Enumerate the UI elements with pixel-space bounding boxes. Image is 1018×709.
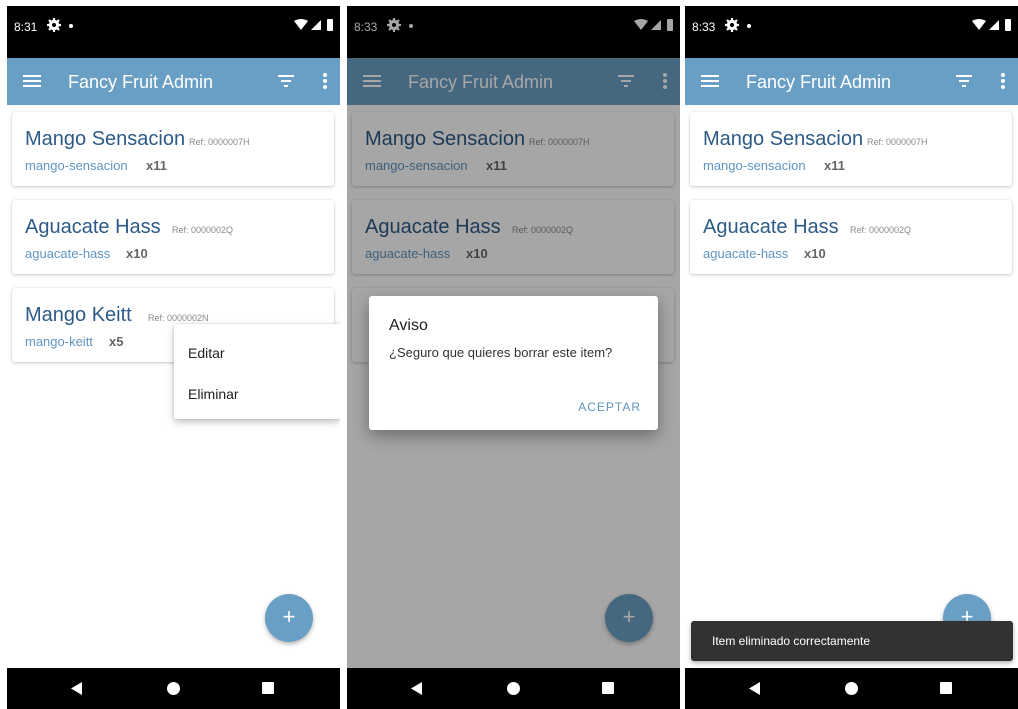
recents-icon[interactable] — [262, 682, 274, 694]
menu-icon[interactable] — [23, 73, 41, 89]
more-vert-icon[interactable] — [1000, 72, 1006, 90]
home-icon[interactable] — [845, 682, 858, 695]
signal-battery-icons — [972, 19, 1011, 31]
fruit-quantity: x10 — [804, 246, 826, 261]
nav-bar — [7, 668, 340, 709]
dialog-title: Aviso — [389, 317, 428, 334]
more-vert-icon[interactable] — [322, 72, 328, 90]
status-bar: 8:31 — [7, 6, 340, 58]
menu-item-delete[interactable]: Eliminar — [188, 386, 239, 402]
filter-icon[interactable] — [956, 74, 972, 88]
app-bar: Fancy Fruit Admin — [685, 58, 1018, 105]
confirm-dialog: Aviso ¿Seguro que quieres borrar este it… — [369, 296, 658, 430]
status-time: 8:31 — [14, 20, 38, 34]
fruit-ref: Ref: 0000007H — [189, 137, 250, 147]
fruit-slug: mango-keitt — [25, 334, 93, 349]
snackbar-message: Item eliminado correctamente — [712, 634, 871, 648]
context-menu: Editar Eliminar — [174, 324, 340, 419]
fruit-slug: mango-sensacion — [25, 158, 128, 173]
dialog-message: ¿Seguro que quieres borrar este item? — [389, 345, 613, 360]
notification-dot-icon — [747, 24, 751, 28]
settings-icon — [725, 18, 739, 32]
back-icon[interactable] — [749, 682, 761, 695]
fruit-ref: Ref: 0000002Q — [172, 225, 234, 235]
fruit-quantity: x11 — [146, 158, 167, 173]
fruit-card[interactable]: Aguacate Hass Ref: 0000002Q aguacate-has… — [690, 200, 1012, 274]
menu-item-edit[interactable]: Editar — [188, 345, 225, 361]
back-icon[interactable] — [71, 682, 83, 695]
notification-dot-icon — [69, 24, 73, 28]
menu-icon[interactable] — [701, 73, 719, 89]
fruit-ref: Ref: 0000002N — [148, 313, 209, 323]
fruit-name: Aguacate Hass — [25, 216, 161, 238]
phone-screen-2: 8:33 Fancy Fruit Admin Mango Sensacion R… — [347, 6, 680, 709]
add-button[interactable]: + — [265, 594, 313, 642]
fruit-ref: Ref: 0000007H — [867, 137, 928, 147]
nav-bar — [347, 668, 680, 709]
recents-icon[interactable] — [602, 682, 614, 694]
filter-icon[interactable] — [278, 74, 294, 88]
fruit-card[interactable]: Mango Sensacion Ref: 0000007H mango-sens… — [12, 112, 334, 186]
phone-screen-3: 8:33 Fancy Fruit Admin Mango Sensacion R… — [685, 6, 1018, 709]
fruit-slug: mango-sensacion — [703, 158, 806, 173]
status-time: 8:33 — [692, 20, 716, 34]
signal-battery-icons — [294, 19, 333, 31]
app-title: Fancy Fruit Admin — [68, 72, 214, 92]
fruit-name: Mango Sensacion — [25, 128, 186, 150]
fruit-card[interactable]: Mango Sensacion Ref: 0000007H mango-sens… — [690, 112, 1012, 186]
fruit-name: Mango Sensacion — [703, 128, 864, 150]
fruit-slug: aguacate-hass — [25, 246, 111, 261]
fruit-quantity: x10 — [126, 246, 148, 261]
accept-button[interactable]: ACEPTAR — [578, 400, 641, 414]
recents-icon[interactable] — [940, 682, 952, 694]
fruit-name: Aguacate Hass — [703, 216, 839, 238]
snackbar: Item eliminado correctamente — [691, 621, 1013, 661]
fruit-quantity: x5 — [109, 334, 124, 349]
home-icon[interactable] — [507, 682, 520, 695]
home-icon[interactable] — [167, 682, 180, 695]
fruit-card[interactable]: Aguacate Hass Ref: 0000002Q aguacate-has… — [12, 200, 334, 274]
app-bar: Fancy Fruit Admin — [7, 58, 340, 105]
fruit-ref: Ref: 0000002Q — [850, 225, 912, 235]
settings-icon — [47, 18, 61, 32]
back-icon[interactable] — [411, 682, 423, 695]
fruit-name: Mango Keitt — [25, 304, 132, 326]
app-title: Fancy Fruit Admin — [746, 72, 892, 92]
fruit-slug: aguacate-hass — [703, 246, 789, 261]
status-bar: 8:33 — [685, 6, 1018, 58]
phone-screen-1: 8:31 Fancy Fruit Admin Mango Sensacion R… — [7, 6, 340, 709]
fruit-quantity: x11 — [824, 158, 845, 173]
nav-bar — [685, 668, 1018, 709]
